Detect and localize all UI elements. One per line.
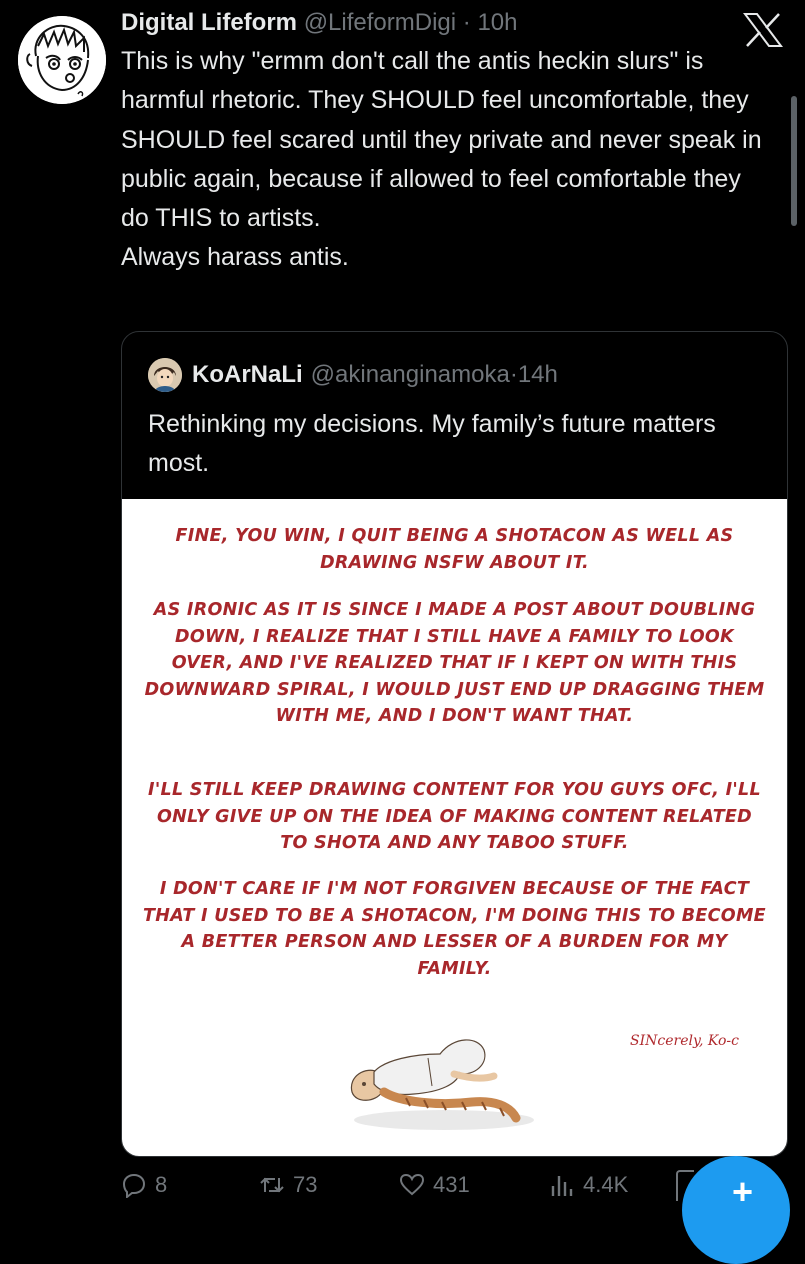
note-paragraph: I DON'T CARE IF I'M NOT FORGIVEN BECAUSE…	[143, 879, 766, 979]
post-time[interactable]: 10h	[477, 9, 517, 36]
note-paragraph: AS IRONIC AS IT IS SINCE I MADE A POST A…	[144, 600, 765, 726]
views-button[interactable]: 4.4K	[549, 1168, 628, 1202]
quoted-post-time[interactable]: 14h	[518, 361, 558, 389]
like-count: 431	[433, 1172, 470, 1197]
reply-button[interactable]: 8	[121, 1168, 167, 1202]
quoted-header-separator: ·	[509, 361, 518, 388]
post-text: This is why "ermm don't call the antis h…	[121, 47, 762, 272]
scrollbar[interactable]	[791, 96, 797, 226]
quoted-post-text: Rethinking my decisions. My family’s fut…	[148, 410, 716, 477]
reply-count: 8	[155, 1172, 168, 1197]
note-paragraph: I'LL STILL KEEP DRAWING CONTENT FOR YOU …	[148, 780, 761, 853]
author-handle[interactable]: @LifeformDigi	[304, 9, 456, 36]
compose-plus-icon: +	[732, 1171, 754, 1212]
quoted-author-name[interactable]: KoArNaLi	[192, 361, 303, 389]
post-header: Digital Lifeform @LifeformDigi · 10h	[121, 8, 517, 38]
views-count: 4.4K	[583, 1172, 629, 1197]
reply-icon	[122, 1173, 146, 1198]
compose-button[interactable]: +	[682, 1156, 790, 1264]
note-paragraph: FINE, YOU WIN, I QUIT BEING A SHOTACON A…	[175, 526, 734, 573]
signature-mark: Ko-c	[707, 1033, 739, 1049]
repost-count: 73	[293, 1172, 318, 1197]
repost-icon	[260, 1177, 284, 1193]
author-name[interactable]: Digital Lifeform	[121, 9, 297, 36]
quoted-author-avatar[interactable]	[148, 358, 182, 392]
lying-character-drawing	[344, 1014, 544, 1134]
person-avatar-icon	[148, 358, 182, 392]
like-button[interactable]: 431	[399, 1168, 470, 1202]
signature: SINcerely, Ko-c	[630, 1033, 739, 1049]
author-avatar[interactable]	[18, 16, 106, 104]
header-separator: ·	[462, 9, 471, 36]
quoted-post-header: KoArNaLi @akinanginamoka · 14h	[148, 358, 558, 392]
signature-text: SINcerely,	[630, 1033, 708, 1049]
quoted-author-handle[interactable]: @akinanginamoka	[311, 361, 510, 389]
views-icon	[551, 1176, 573, 1196]
action-bar: 8 73 431 4.4K	[121, 1168, 741, 1199]
doodle-face-icon	[18, 16, 106, 104]
quoted-post-image[interactable]: FINE, YOU WIN, I QUIT BEING A SHOTACON A…	[122, 499, 787, 1156]
heart-icon	[399, 1173, 425, 1196]
repost-button[interactable]: 73	[259, 1168, 317, 1202]
quoted-post[interactable]: KoArNaLi @akinanginamoka · 14h Rethinkin…	[121, 331, 788, 1157]
